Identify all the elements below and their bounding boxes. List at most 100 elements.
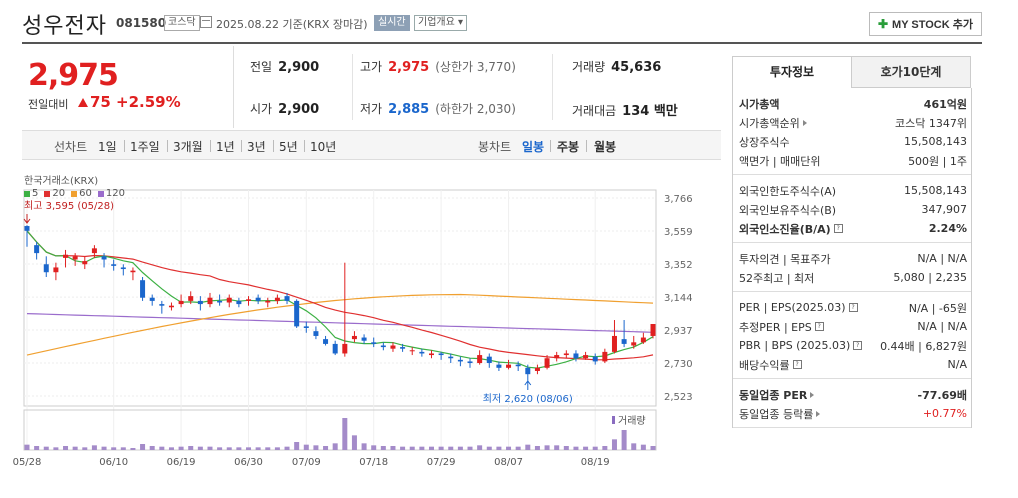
info-label: 외국인소진율(B/A) <box>739 222 831 236</box>
help-icon[interactable]: ? <box>848 303 858 312</box>
stock-code: 081580 <box>116 16 167 30</box>
volume-bar <box>140 444 146 450</box>
volume-bar <box>467 446 473 450</box>
candle-body <box>72 256 78 260</box>
volume-bar <box>506 446 512 450</box>
help-icon[interactable]: ? <box>833 224 843 233</box>
volume-bar <box>313 445 319 450</box>
legend-swatch <box>71 190 78 197</box>
tab-orderbook[interactable]: 호가10단계 <box>851 56 971 88</box>
high-price: 고가 2,975 (상한가 3,770) <box>360 60 516 75</box>
volume-bar <box>24 444 30 450</box>
candle-body <box>43 264 49 273</box>
help-icon[interactable]: ? <box>853 341 863 350</box>
info-label: 투자의견 | 목표주가 <box>739 252 831 266</box>
candlestick-chart[interactable]: 3,766 3,559 3,352 3,144 2,937 2,730 2,523 05/28… <box>0 160 722 498</box>
info-value: +0.77% <box>922 407 967 420</box>
tab-investment-info[interactable]: 투자정보 <box>732 56 852 88</box>
period-1y[interactable]: 1년 <box>216 138 235 155</box>
divider <box>552 54 553 120</box>
info-row: 추정PER | EPS? N/A | N/A <box>739 317 967 336</box>
volume-legend-swatch <box>612 416 615 424</box>
change-amount: 75 <box>90 93 111 111</box>
info-value: -77.69배 <box>917 388 967 402</box>
candle-body <box>361 337 367 341</box>
volume-bar <box>101 446 107 450</box>
chevron-right-icon[interactable] <box>810 391 815 398</box>
candle-body <box>351 335 357 340</box>
calendar-icon <box>200 16 212 28</box>
candle-body <box>140 280 146 298</box>
stock-header: 성우전자 081580 코스닥 2025.08.22 기준(KRX 장마감) 실… <box>22 8 982 44</box>
volume-bar <box>631 443 637 450</box>
realtime-button[interactable]: 실시간 <box>374 15 410 31</box>
candle-body <box>284 296 290 301</box>
period-1d[interactable]: 1일 <box>98 138 117 155</box>
x-tick-label: 07/18 <box>359 457 388 468</box>
company-info-dropdown[interactable]: 기업개요 ▾ <box>414 15 467 31</box>
info-value: N/A | N/A <box>917 320 967 333</box>
volume-bar <box>583 446 589 450</box>
help-icon[interactable]: ? <box>792 360 802 369</box>
info-row[interactable]: 동일업종 PER -77.69배 <box>739 385 967 404</box>
x-tick-label: 06/19 <box>167 457 196 468</box>
candle-body <box>457 359 463 362</box>
open-price: 시가 2,900 <box>250 102 320 117</box>
price-block: 2,975 전일대비 75 +2.59% <box>22 46 233 128</box>
change-label: 전일대비 <box>28 98 69 111</box>
info-row[interactable]: 동일업종 등락률 +0.77% <box>739 404 967 423</box>
volume-bar <box>380 446 386 450</box>
period-10y[interactable]: 10년 <box>310 138 336 155</box>
candle-body <box>236 300 242 305</box>
candle-daily[interactable]: 일봉 <box>522 138 544 155</box>
max-arrow-icon <box>23 214 31 224</box>
info-value: 347,907 <box>921 203 968 216</box>
panel-tabs: 투자정보 호가10단계 <box>732 56 972 88</box>
info-section: 투자의견 | 목표주가 N/A | N/A 52주최고 | 최저 5,080 | 2,… <box>733 243 971 292</box>
info-label: 추정PER | EPS <box>739 320 812 334</box>
volume-bar <box>621 430 627 450</box>
info-row[interactable]: 시가총액순위 코스닥 1347위 <box>739 113 967 132</box>
candle-body <box>130 270 136 273</box>
info-value: N/A | N/A <box>917 252 967 265</box>
volume-bar <box>361 443 367 450</box>
add-mystock-button[interactable]: ✚ MY STOCK 추가 <box>868 12 982 36</box>
info-value: N/A <box>947 358 967 371</box>
volume-bar <box>592 446 598 450</box>
candle-body <box>573 353 579 359</box>
volume-bar <box>34 446 40 450</box>
period-3m[interactable]: 3개월 <box>173 138 203 155</box>
candle-body <box>111 264 117 266</box>
candle-body <box>207 297 213 305</box>
info-row: 외국인소진율(B/A)? 2.24% <box>739 219 967 238</box>
candle-body <box>525 367 531 375</box>
candle-body <box>120 267 126 270</box>
candle-body <box>82 261 88 265</box>
candle-body <box>477 355 483 364</box>
volume-bar <box>342 418 348 450</box>
info-row: 상장주식수 15,508,143 <box>739 132 967 151</box>
info-row: PBR | BPS (2025.03)? 0.44배 | 6,827원 <box>739 336 967 355</box>
info-table: 시가총액 461억원 시가총액순위 코스닥 1347위 상장주식수 15,508,143 액… <box>732 88 972 428</box>
candle-body <box>640 337 646 343</box>
candle-body <box>91 248 97 254</box>
chevron-right-icon[interactable] <box>816 410 821 417</box>
volume-bar <box>111 447 117 450</box>
help-icon[interactable]: ? <box>814 322 824 331</box>
ma120-line <box>26 313 654 333</box>
candle-body <box>563 353 569 356</box>
candle-body <box>188 296 194 301</box>
volume-bar <box>351 435 357 450</box>
period-3y[interactable]: 3년 <box>247 138 266 155</box>
volume-bar <box>63 446 69 450</box>
volume-bar <box>149 446 155 450</box>
volume-bar <box>188 446 194 450</box>
volume-bar <box>390 446 396 450</box>
volume-bar <box>168 447 174 450</box>
period-5y[interactable]: 5년 <box>279 138 298 155</box>
candle-weekly[interactable]: 주봉 <box>557 138 579 155</box>
period-1w[interactable]: 1주일 <box>130 138 160 155</box>
candle-monthly[interactable]: 월봉 <box>594 138 616 155</box>
candle-body <box>390 345 396 349</box>
chevron-right-icon[interactable] <box>802 119 807 126</box>
